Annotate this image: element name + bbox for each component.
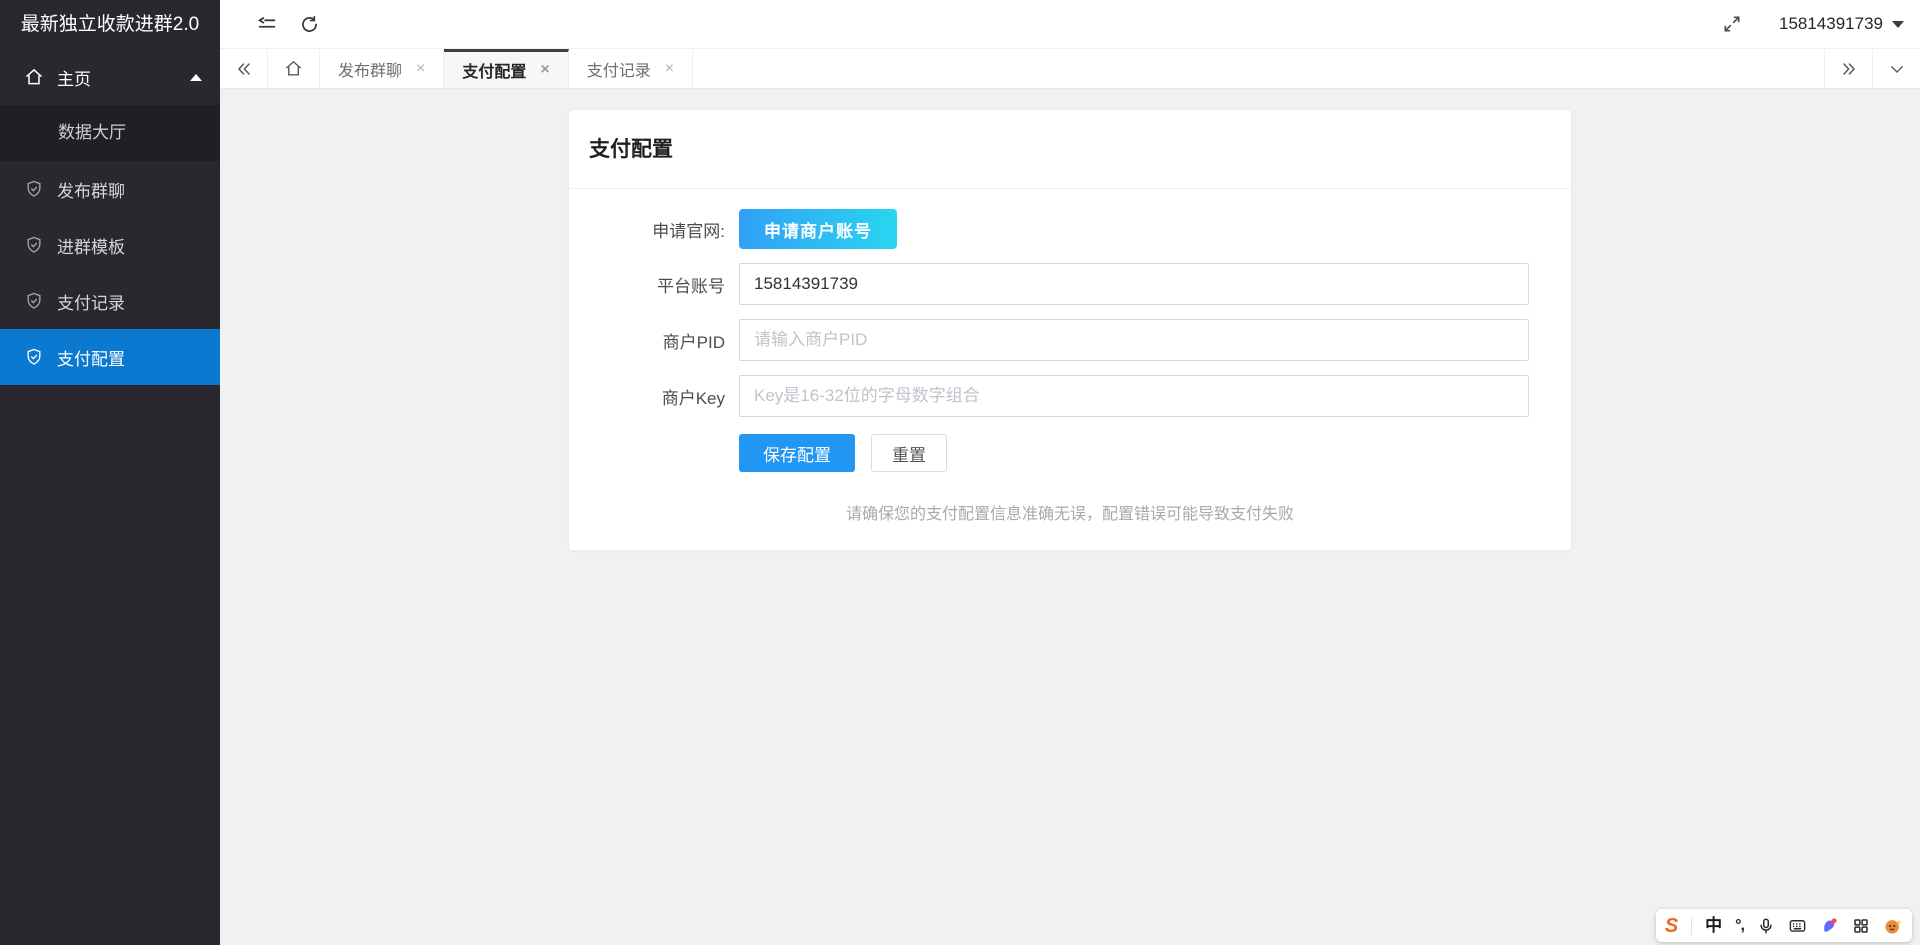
config-warning-note: 请确保您的支付配置信息准确无误，配置错误可能导致支付失败 <box>845 506 1294 523</box>
sidebar-item-group-template[interactable]: 进群模板 <box>0 217 220 273</box>
topbar: 15814391739 <box>220 0 1920 49</box>
refresh-button[interactable] <box>288 0 330 49</box>
card-title: 支付配置 <box>569 110 1571 189</box>
tabs-menu-button[interactable] <box>1872 49 1920 88</box>
form-row-apply: 申请官网: 申请商户账号 <box>569 209 1571 249</box>
shield-check-icon <box>24 179 44 199</box>
refresh-icon <box>301 15 317 32</box>
fullscreen-icon <box>1724 16 1740 32</box>
tab-label: 支付记录 <box>586 62 651 80</box>
input-method-tray: S 中 °, <box>1655 909 1912 942</box>
apply-site-label: 申请官网: <box>652 221 725 241</box>
home-icon <box>24 67 44 87</box>
sidebar-item-label: 主页 <box>57 69 91 89</box>
sogou-logo-icon[interactable]: S <box>1665 916 1678 936</box>
collapse-menu-icon <box>257 17 276 28</box>
sidebar-item-payment-config[interactable]: 支付配置 <box>0 329 220 385</box>
save-config-button[interactable]: 保存配置 <box>739 434 855 472</box>
app-title: 最新独立收款进群2.0 <box>20 14 200 35</box>
sidebar-item-label: 支付记录 <box>57 293 125 313</box>
reset-button[interactable]: 重置 <box>871 434 947 472</box>
tab-label: 支付配置 <box>462 64 527 81</box>
sidebar-item-payment-records[interactable]: 支付记录 <box>0 273 220 329</box>
keyboard-icon[interactable] <box>1788 916 1807 935</box>
form-row-merchant-key: 商户Key <box>569 375 1571 417</box>
form-row-merchant-pid: 商户PID <box>569 319 1571 361</box>
double-chevron-right-icon <box>1842 62 1855 75</box>
caret-down-icon <box>1892 20 1904 28</box>
sidebar: 最新独立收款进群2.0 主页 数据大厅 发布群聊 进群模板 支付记录 支付配置 <box>0 0 220 945</box>
content-area: 支付配置 申请官网: 申请商户账号 平台账号 商户PID <box>220 89 1920 945</box>
tab-label: 发布群聊 <box>338 62 403 80</box>
sidebar-item-label: 进群模板 <box>57 237 125 257</box>
shield-check-icon <box>24 291 44 311</box>
form-actions: 保存配置 重置 <box>569 434 1571 472</box>
app-window: 最新独立收款进群2.0 主页 数据大厅 发布群聊 进群模板 支付记录 支付配置 … <box>0 0 1920 945</box>
account-dropdown[interactable]: 15814391739 <box>1779 14 1906 34</box>
account-number: 15814391739 <box>1778 14 1883 33</box>
tab-home[interactable] <box>268 49 320 88</box>
toolbox-grid-icon[interactable] <box>1852 917 1870 935</box>
merchant-pid-input[interactable] <box>739 319 1529 361</box>
home-icon <box>285 60 302 76</box>
sidebar-item-label: 支付配置 <box>57 349 125 369</box>
tabs-scroll-right-button[interactable] <box>1824 49 1872 88</box>
tab-payment-records[interactable]: 支付记录 × <box>569 49 694 88</box>
tabbar-spacer <box>693 49 1824 88</box>
form-row-platform-account: 平台账号 <box>569 263 1571 305</box>
platform-account-label: 平台账号 <box>657 276 725 296</box>
tabbar: 发布群聊 × 支付配置 × 支付记录 × <box>220 49 1920 89</box>
sidebar-nav: 主页 数据大厅 发布群聊 进群模板 支付记录 支付配置 <box>0 49 220 385</box>
topbar-right: 15814391739 <box>1711 0 1906 49</box>
sidebar-item-label: 数据大厅 <box>58 123 126 142</box>
merchant-key-label: 商户Key <box>661 388 725 408</box>
sidebar-item-data-hall[interactable]: 数据大厅 <box>0 105 220 161</box>
shield-check-icon <box>24 347 44 367</box>
chinese-mode-icon[interactable]: 中 <box>1705 917 1722 934</box>
main-column: 15814391739 发布群聊 × 支付配置 × 支付记录 × 支付配置 申请… <box>220 0 1920 945</box>
merchant-pid-label: 商户PID <box>662 332 725 352</box>
tabs-scroll-left-button[interactable] <box>220 49 268 88</box>
punctuation-mode-icon[interactable]: °, <box>1735 917 1745 934</box>
tab-close-icon[interactable]: × <box>540 62 549 78</box>
chevron-down-icon <box>1890 65 1903 73</box>
tray-divider <box>1691 916 1693 935</box>
tab-close-icon[interactable]: × <box>416 60 425 77</box>
platform-account-input[interactable] <box>739 263 1529 305</box>
sidebar-item-label: 发布群聊 <box>57 181 125 201</box>
payment-config-card: 支付配置 申请官网: 申请商户账号 平台账号 商户PID <box>568 109 1572 551</box>
microphone-icon[interactable] <box>1757 917 1775 935</box>
shield-check-icon <box>24 235 44 255</box>
payment-config-form: 申请官网: 申请商户账号 平台账号 商户PID 商户Key <box>569 189 1571 550</box>
tab-close-icon[interactable]: × <box>665 60 674 77</box>
merchant-key-input[interactable] <box>739 375 1529 417</box>
fullscreen-button[interactable] <box>1711 0 1753 49</box>
sidebar-item-publish-group[interactable]: 发布群聊 <box>0 161 220 217</box>
collapse-sidebar-button[interactable] <box>246 0 288 49</box>
double-chevron-left-icon <box>237 62 250 75</box>
caret-up-icon <box>190 73 202 81</box>
emoji-assistant-icon[interactable] <box>1883 916 1903 936</box>
tab-publish-group[interactable]: 发布群聊 × <box>320 49 445 88</box>
skin-icon[interactable] <box>1820 916 1839 935</box>
apply-merchant-account-button[interactable]: 申请商户账号 <box>739 209 897 249</box>
tab-payment-config[interactable]: 支付配置 × <box>444 49 569 88</box>
sidebar-item-home[interactable]: 主页 <box>0 49 220 105</box>
